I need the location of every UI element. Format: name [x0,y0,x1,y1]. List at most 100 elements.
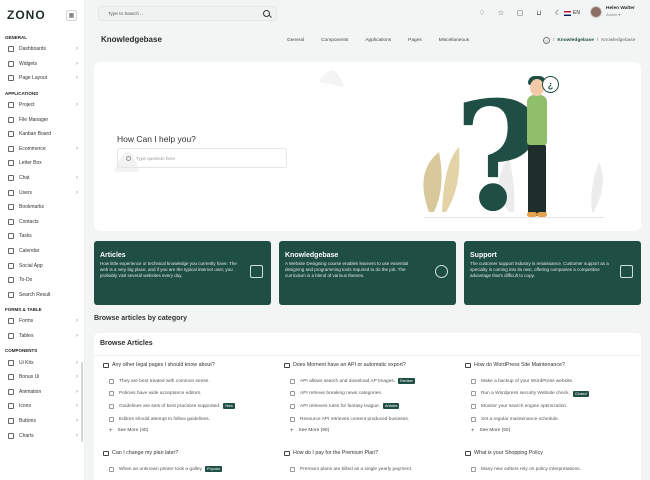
article-link[interactable]: API retrieve breaking news categories. [284,388,454,401]
user-role-row: Admin ▾ [606,12,635,18]
sidebar-item-animation[interactable]: Animation › [0,384,84,399]
document-icon [471,391,476,397]
sidebar-item-label: Ui Kits [19,359,34,366]
sidebar-item-buttons[interactable]: Buttons › [0,414,84,429]
chevron-right-icon: › [76,332,78,339]
article-column: Can I change my plan later? When an unkno… [103,449,273,476]
aperture-icon [435,265,448,278]
article-link[interactable]: Set a regular maintenance schedule. [465,413,635,426]
sidebar-scrollbar[interactable] [81,362,83,442]
page-menu-item-general[interactable]: General [287,38,304,43]
sidebar-item-charts[interactable]: Charts › [0,428,84,443]
sidebar-item-file-manager[interactable]: File Manager [0,112,84,127]
sidebar-item-label: Icons [19,403,31,410]
user-menu[interactable]: Helen Walter Admin ▾ [590,6,635,18]
sidebar-item-letter-box[interactable]: Letter Box [0,156,84,171]
article-category-label: How do I pay for the Premium Plan? [293,450,379,456]
language-label: EN [573,10,580,16]
bell-icon[interactable]: ♢ [478,9,486,17]
question-bubble-icon: ¿ [542,76,559,93]
sidebar-item-ui-kits[interactable]: Ui Kits › [0,355,84,370]
page-menu-item-applications[interactable]: Applications [365,38,391,43]
chevron-right-icon: › [76,175,78,182]
grid-toggle-icon[interactable]: ▦ [66,9,77,21]
see-more-link[interactable]: + See More (40) [103,425,273,436]
article-link[interactable]: Many new editors rely on policy interpre… [465,463,635,476]
moon-icon[interactable]: ☾ [554,9,562,17]
question-input[interactable]: Type question here [117,148,287,168]
article-text: API allows search and download AP Images… [300,378,396,384]
article-category-title[interactable]: What is your Shopping Policy [465,449,635,457]
breadcrumb-separator: / [596,38,599,43]
language-selector[interactable]: EN [564,10,580,16]
sidebar-item-bonus-ui[interactable]: Bonus Ui › [0,370,84,385]
sidebar-item-search-result[interactable]: Search Result [0,288,84,303]
breadcrumb-item[interactable]: Knowledgebase [557,38,594,43]
article-icon [465,450,471,456]
feature-card-support[interactable]: Support The customer support industry is… [464,241,641,305]
page-menu-item-components[interactable]: Components [321,38,348,43]
sidebar-item-kanban-board[interactable]: Kanban Board [0,127,84,142]
status-badge: Popular [204,466,223,473]
message-icon[interactable]: ▢ [516,9,524,17]
to-do-icon [8,277,14,284]
article-category-title[interactable]: How do WordPress Site Maintenance? [465,361,635,369]
sidebar-item-calendar[interactable]: Calendar [0,244,84,259]
animation-icon [8,388,14,395]
search-icon[interactable] [263,10,270,17]
sidebar-item-label: Animation [19,388,42,395]
article-category-title[interactable]: How do I pay for the Premium Plan? [284,449,454,457]
see-more-link[interactable]: + See More (50) [465,425,635,436]
sidebar-item-bookmarks[interactable]: Bookmarks [0,200,84,215]
article-link[interactable]: Resource API retrieves content produced … [284,413,454,426]
sidebar-item-forms[interactable]: Forms › [0,314,84,329]
chevron-down-icon[interactable]: ▾ [618,12,620,17]
browse-heading: Browse articles by category [94,315,187,322]
sidebar-item-contacts[interactable]: Contacts [0,215,84,230]
article-link[interactable]: Make a backup of your WordPress website. [465,375,635,388]
sidebar-item-icons[interactable]: Icons › [0,399,84,414]
search-input[interactable]: Type to Search .. [98,6,277,21]
sidebar-item-label: To-Do [19,277,33,284]
feature-card-knowledgebase[interactable]: Knowledgebase A Website Designing course… [279,241,456,305]
article-category-title[interactable]: Does Moment have an API or automatic exp… [284,361,454,369]
sidebar-item-project[interactable]: Project › [0,98,84,113]
feature-card-articles[interactable]: Articles How little experience or techni… [94,241,271,305]
sidebar-item-page-layout[interactable]: Page Layout › [0,71,84,86]
article-link[interactable]: Policies have wide acceptance editors. [103,388,273,401]
sidebar-item-chat[interactable]: Chat › [0,171,84,186]
article-link[interactable]: When an unknown printer took a galley Pop… [103,463,273,476]
sidebar-item-dashboards[interactable]: Dashboards › [0,42,84,57]
article-link[interactable]: API allows search and download AP Images… [284,375,454,388]
sidebar-item-to-do[interactable]: To-Do [0,273,84,288]
article-category-title[interactable]: Any other legal pages I should know abou… [103,361,273,369]
article-link[interactable]: Guidelines are sets of best practices su… [103,400,273,413]
article-link[interactable]: Run a Wordpress security Website check. C… [465,388,635,401]
project-icon [8,102,14,109]
article-link[interactable]: Premium plans are billed as a single yea… [284,463,454,476]
article-link[interactable]: API retrieves rules for fantasy league. A… [284,400,454,413]
home-icon[interactable]: ⌂ [543,37,550,44]
sidebar-item-tasks[interactable]: Tasks [0,229,84,244]
star-icon[interactable]: ☆ [497,9,505,17]
article-link[interactable]: Monitor your search engine optimization. [465,400,635,413]
status-badge: Closed [572,390,589,397]
page-menu-item-miscellaneous[interactable]: Miscellaneous [439,38,469,43]
sidebar-item-ecommerce[interactable]: Ecommerce › [0,142,84,157]
cart-icon[interactable]: ⊔ [535,9,543,17]
article-link[interactable]: Editors should attempt to follow guideli… [103,413,273,426]
status-badge: New [223,403,235,410]
sidebar-item-label: Contacts [19,218,39,225]
sidebar-item-social-app[interactable]: Social App [0,258,84,273]
person-legs [528,144,546,216]
sidebar-item-label: Page Layout [19,75,48,82]
ui-kits-icon [8,359,14,366]
sidebar-item-label: File Manager [19,116,49,123]
sidebar-item-tables[interactable]: Tables › [0,329,84,344]
article-link[interactable]: They are best treated with common sense. [103,375,273,388]
article-category-title[interactable]: Can I change my plan later? [103,449,273,457]
see-more-link[interactable]: + See More (90) [284,425,454,436]
sidebar-item-users[interactable]: Users › [0,185,84,200]
sidebar-item-widgets[interactable]: Widgets › [0,57,84,72]
page-menu-item-pages[interactable]: Pages [408,38,422,43]
